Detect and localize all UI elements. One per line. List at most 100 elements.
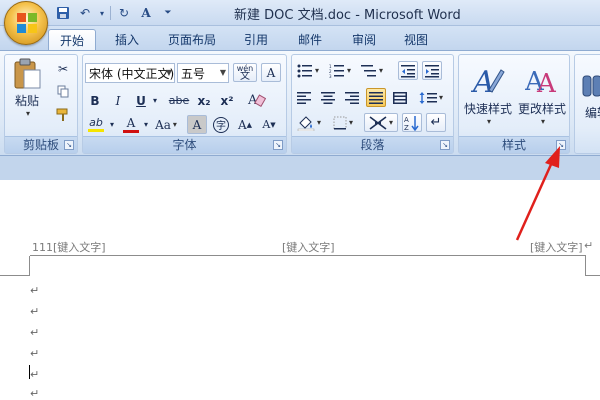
char-shading-label: A — [192, 117, 202, 132]
font-dialog-launcher[interactable]: ↘ — [273, 140, 283, 150]
tab-home[interactable]: 开始 — [48, 29, 96, 50]
borders-button[interactable]: ▾ — [328, 113, 358, 132]
superscript-button[interactable]: x² — [217, 91, 237, 110]
strikethrough-button[interactable]: abe — [167, 91, 191, 110]
font-group-label: 字体 — [83, 136, 286, 153]
styles-dialog-launcher[interactable]: ↘ — [556, 140, 566, 150]
format-painter-icon[interactable] — [53, 105, 73, 124]
header-center-text[interactable]: [键入文字] — [282, 239, 335, 255]
distributed-align-button[interactable] — [390, 88, 410, 107]
decrease-indent-icon — [401, 64, 415, 77]
paragraph-group-label: 段落 — [292, 136, 453, 153]
show-marks-button[interactable]: ↵ — [426, 113, 446, 132]
change-case-dropdown-icon[interactable]: ▾ — [173, 120, 177, 129]
tab-mailings[interactable]: 邮件 — [290, 29, 330, 50]
line-spacing-dropdown-icon[interactable]: ▾ — [439, 93, 443, 102]
paste-button[interactable]: 粘贴 ▾ — [7, 57, 47, 119]
clipboard-dialog-launcher[interactable]: ↘ — [64, 140, 74, 150]
numbering-icon: 123 — [329, 64, 344, 78]
underline-dropdown-icon[interactable]: ▾ — [150, 91, 160, 110]
text-format-icon[interactable]: A — [137, 4, 155, 22]
sort-button[interactable]: AZ — [402, 113, 422, 132]
borders-icon — [333, 116, 347, 129]
char-border-button[interactable]: A — [261, 63, 281, 82]
save-icon[interactable] — [54, 4, 72, 22]
undo-icon[interactable]: ↶ — [76, 4, 94, 22]
page-corner-right — [585, 256, 600, 276]
italic-button[interactable]: I — [108, 91, 128, 110]
shading-dropdown-icon[interactable]: ▾ — [317, 118, 321, 127]
subscript-button[interactable]: x₂ — [194, 91, 214, 110]
paragraph-mark: ↵ — [30, 368, 40, 381]
increase-indent-button[interactable] — [422, 61, 442, 80]
bullets-button[interactable]: ▾ — [294, 61, 322, 80]
clear-formatting-button[interactable]: A — [243, 89, 269, 108]
subscript-label: x₂ — [197, 93, 211, 108]
font-color-button[interactable]: A — [121, 115, 141, 134]
numbering-button[interactable]: 123 ▾ — [326, 61, 354, 80]
font-group: 宋体 (中文正文) ▼ 五号 ▼ wén 文 A B I U ▾ abe x₂ — [82, 54, 287, 154]
underline-button[interactable]: U — [131, 91, 151, 110]
chinese-layout-button[interactable]: ▾ — [364, 113, 398, 132]
change-styles-button[interactable]: A A 更改样式 ▾ — [515, 57, 569, 133]
quick-access-toolbar: ↶ ▾ ↻ A ⏷ — [54, 3, 177, 23]
multilevel-list-button[interactable]: ▾ — [358, 61, 386, 80]
highlight-dropdown-icon[interactable]: ▾ — [107, 115, 117, 134]
grow-font-button[interactable]: A ▲ — [235, 115, 255, 134]
cut-icon[interactable]: ✂ — [53, 59, 73, 78]
customize-qat-icon[interactable]: ⏷ — [159, 4, 177, 22]
numbering-dropdown-icon[interactable]: ▾ — [347, 66, 351, 75]
editing-button[interactable]: 编辑 — [577, 57, 600, 133]
char-shading-button[interactable]: A — [187, 115, 207, 134]
tab-review[interactable]: 审阅 — [344, 29, 384, 50]
change-styles-label: 更改样式 — [517, 102, 566, 116]
font-size-combo[interactable]: 五号 ▼ — [177, 63, 229, 83]
document-page[interactable] — [0, 180, 600, 400]
multilevel-list-dropdown-icon[interactable]: ▾ — [379, 66, 383, 75]
tab-references[interactable]: 引用 — [236, 29, 276, 50]
phonetic-guide-button[interactable]: wén 文 — [233, 63, 257, 82]
undo-dropdown-icon[interactable]: ▾ — [98, 4, 106, 22]
justify-button[interactable] — [366, 88, 386, 107]
align-left-button[interactable] — [294, 88, 314, 107]
paragraph-dialog-launcher[interactable]: ↘ — [440, 140, 450, 150]
change-styles-dropdown-icon[interactable]: ▾ — [541, 117, 545, 126]
tab-view[interactable]: 视图 — [396, 29, 436, 50]
header-right-text[interactable]: [键入文字] — [530, 239, 583, 255]
change-styles-icon: A A — [525, 67, 557, 96]
decrease-indent-button[interactable] — [398, 61, 418, 80]
paste-dropdown-icon[interactable]: ▾ — [26, 109, 30, 118]
paragraph-group: ▾ 123 ▾ ▾ ▾ ▾ ▾ ▾ A Z ↵ 段落 ↘ — [291, 54, 454, 154]
shading-button[interactable]: ▾ — [294, 113, 324, 132]
ribbon: 粘贴 ▾ ✂ 剪贴板 ↘ 宋体 (中文正文) ▼ 五号 ▼ wén 文 A B — [0, 50, 600, 156]
align-center-button[interactable] — [318, 88, 338, 107]
borders-dropdown-icon[interactable]: ▾ — [349, 118, 353, 127]
svg-text:A: A — [536, 69, 557, 96]
bold-button[interactable]: B — [85, 91, 105, 110]
line-spacing-button[interactable]: ▾ — [416, 88, 446, 107]
bullets-dropdown-icon[interactable]: ▾ — [315, 66, 319, 75]
shrink-font-label: A — [262, 118, 271, 131]
font-name-combo[interactable]: 宋体 (中文正文) ▼ — [85, 63, 175, 83]
multilevel-list-icon — [360, 64, 376, 76]
align-right-button[interactable] — [342, 88, 362, 107]
enclose-char-button[interactable]: 字 — [211, 115, 231, 134]
chinese-layout-dropdown-icon[interactable]: ▾ — [389, 118, 393, 127]
font-name-dropdown-icon[interactable]: ▼ — [166, 68, 172, 77]
change-case-button[interactable]: Aa ▾ — [153, 115, 179, 134]
quick-styles-button[interactable]: A 快速样式 ▾ — [461, 57, 515, 133]
tab-page-layout[interactable]: 页面布局 — [160, 29, 224, 50]
font-color-label: A — [126, 115, 136, 130]
font-color-dropdown-icon[interactable]: ▾ — [141, 115, 151, 134]
font-size-dropdown-icon[interactable]: ▼ — [220, 68, 226, 77]
quick-styles-dropdown-icon[interactable]: ▾ — [487, 117, 491, 126]
highlight-button[interactable]: ab — [85, 115, 107, 134]
copy-icon[interactable] — [53, 82, 73, 101]
tab-insert[interactable]: 插入 — [106, 29, 148, 50]
redo-icon[interactable]: ↻ — [115, 4, 133, 22]
office-button[interactable] — [4, 1, 48, 45]
shrink-font-button[interactable]: A ▼ — [259, 115, 279, 134]
line-spacing-icon — [419, 91, 437, 104]
styles-group-label: 样式 — [459, 136, 569, 153]
header-left-text[interactable]: 111[键入文字] — [32, 239, 106, 255]
